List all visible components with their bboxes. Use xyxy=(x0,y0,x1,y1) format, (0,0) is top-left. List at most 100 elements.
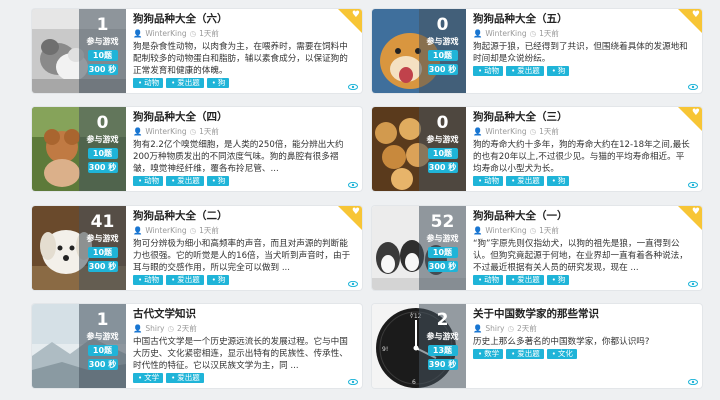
time-limit-badge: 300 秒 xyxy=(87,359,118,370)
tag[interactable]: 狗 xyxy=(546,275,570,285)
heart-icon[interactable]: ♥ xyxy=(352,10,360,20)
quiz-card[interactable]: 0 参与游戏 10题 300 秒 狗狗品种大全（三） 👤 WinterKing … xyxy=(372,107,702,191)
tag[interactable]: 狗 xyxy=(546,66,570,76)
participant-count: 52 xyxy=(430,212,455,232)
join-label: 参与游戏 xyxy=(426,135,459,144)
eye-icon[interactable] xyxy=(688,84,698,90)
quiz-card[interactable]: 0 参与游戏 10题 300 秒 狗狗品种大全（五） 👤 WinterKing … xyxy=(372,9,702,93)
card-title[interactable]: 古代文学知识 xyxy=(133,308,352,321)
author-name[interactable]: WinterKing xyxy=(145,226,186,235)
author-name[interactable]: WinterKing xyxy=(485,29,526,38)
post-time: 2天前 xyxy=(177,324,197,333)
card-thumbnail[interactable]: 1 参与游戏 10题 300 秒 xyxy=(32,9,126,93)
author-name[interactable]: WinterKing xyxy=(485,127,526,136)
tag[interactable]: 狗 xyxy=(206,275,230,285)
tag-list: 文学 爱出题 xyxy=(133,373,352,383)
card-meta: 👤 WinterKing ◷ 1天前 xyxy=(133,225,352,236)
time-limit-badge: 300 秒 xyxy=(427,64,458,75)
eye-icon[interactable] xyxy=(348,84,358,90)
card-thumbnail[interactable]: 41 参与游戏 10题 300 秒 xyxy=(32,206,126,290)
question-count-badge: 10题 xyxy=(427,148,458,159)
author-name[interactable]: Shiry xyxy=(485,324,504,333)
tag-list: 数学 爱出题 文化 xyxy=(473,349,692,359)
heart-icon[interactable]: ♥ xyxy=(692,207,700,217)
tag[interactable]: 动物 xyxy=(133,176,164,186)
quiz-card[interactable]: 52 参与游戏 10题 300 秒 狗狗品种大全（一） 👤 WinterKing… xyxy=(372,206,702,290)
question-count-badge: 10题 xyxy=(427,50,458,61)
eye-icon[interactable] xyxy=(688,182,698,188)
quiz-card[interactable]: ∜12 √9 9! 6 2 参与游戏 13题 390 秒 关于中国数学家的那些常… xyxy=(372,304,702,388)
tag[interactable]: 数学 xyxy=(473,349,504,359)
join-label: 参与游戏 xyxy=(426,37,459,46)
time-limit-badge: 300 秒 xyxy=(87,261,118,272)
quiz-card[interactable]: 41 参与游戏 10题 300 秒 狗狗品种大全（二） 👤 WinterKing… xyxy=(32,206,362,290)
join-label: 参与游戏 xyxy=(426,332,459,341)
card-thumbnail[interactable]: 1 参与游戏 10题 300 秒 xyxy=(32,304,126,388)
eye-icon[interactable] xyxy=(348,182,358,188)
card-title[interactable]: 狗狗品种大全（二） xyxy=(133,210,352,223)
heart-icon[interactable]: ♥ xyxy=(692,108,700,118)
tag[interactable]: 动物 xyxy=(473,66,504,76)
tag[interactable]: 爱出题 xyxy=(506,66,544,76)
user-icon: 👤 xyxy=(473,127,483,136)
card-title[interactable]: 关于中国数学家的那些常识 xyxy=(473,308,692,321)
tag[interactable]: 文化 xyxy=(546,349,577,359)
stats-overlay: 0 参与游戏 10题 300 秒 xyxy=(419,107,466,191)
tag[interactable]: 爱出题 xyxy=(506,176,544,186)
heart-icon[interactable]: ♥ xyxy=(352,207,360,217)
post-time: 1天前 xyxy=(199,226,219,235)
eye-icon[interactable] xyxy=(688,379,698,385)
tag[interactable]: 动物 xyxy=(473,176,504,186)
clock-icon: ◷ xyxy=(189,226,197,235)
tag[interactable]: 爱出题 xyxy=(506,275,544,285)
tag[interactable]: 爱出题 xyxy=(166,373,204,383)
card-description: 狗的寿命大约十多年，狗的寿命大约在12-18年之间,最长的也有20年以上,不过很… xyxy=(473,140,690,174)
tag-list: 动物 爱出题 狗 xyxy=(133,176,352,186)
tag[interactable]: 动物 xyxy=(133,275,164,285)
quiz-card[interactable]: 0 参与游戏 10题 300 秒 狗狗品种大全（四） 👤 WinterKing … xyxy=(32,107,362,191)
tag[interactable]: 爱出题 xyxy=(506,349,544,359)
user-icon: 👤 xyxy=(133,324,143,333)
card-thumbnail[interactable]: 0 参与游戏 10题 300 秒 xyxy=(372,9,466,93)
post-time: 1天前 xyxy=(199,29,219,38)
card-thumbnail[interactable]: 0 参与游戏 10题 300 秒 xyxy=(32,107,126,191)
heart-icon[interactable]: ♥ xyxy=(692,10,700,20)
card-title[interactable]: 狗狗品种大全（一） xyxy=(473,210,692,223)
clock-icon: ◷ xyxy=(529,29,537,38)
tag[interactable]: 狗 xyxy=(206,78,230,88)
card-thumbnail[interactable]: 52 参与游戏 10题 300 秒 xyxy=(372,206,466,290)
eye-icon[interactable] xyxy=(688,281,698,287)
tag-list: 动物 爱出题 狗 xyxy=(133,275,352,285)
clock-icon: ◷ xyxy=(507,324,515,333)
participant-count: 1 xyxy=(96,15,109,35)
tag[interactable]: 狗 xyxy=(206,176,230,186)
author-name[interactable]: WinterKing xyxy=(145,127,186,136)
eye-icon[interactable] xyxy=(348,281,358,287)
eye-icon[interactable] xyxy=(348,379,358,385)
tag[interactable]: 爱出题 xyxy=(166,176,204,186)
quiz-card[interactable]: 1 参与游戏 10题 300 秒 狗狗品种大全（六） 👤 WinterKing … xyxy=(32,9,362,93)
tag[interactable]: 爱出题 xyxy=(166,275,204,285)
card-title[interactable]: 狗狗品种大全（五） xyxy=(473,13,692,26)
tag[interactable]: 动物 xyxy=(473,275,504,285)
card-thumbnail[interactable]: ∜12 √9 9! 6 2 参与游戏 13题 390 秒 xyxy=(372,304,466,388)
card-thumbnail[interactable]: 0 参与游戏 10题 300 秒 xyxy=(372,107,466,191)
participant-count: 0 xyxy=(96,113,109,133)
quiz-card[interactable]: 1 参与游戏 10题 300 秒 古代文学知识 👤 Shiry ◷ 2天前 中国… xyxy=(32,304,362,388)
tag[interactable]: 动物 xyxy=(133,78,164,88)
author-name[interactable]: WinterKing xyxy=(485,226,526,235)
tag[interactable]: 狗 xyxy=(546,176,570,186)
author-name[interactable]: Shiry xyxy=(145,324,164,333)
tag[interactable]: 爱出题 xyxy=(166,78,204,88)
user-icon: 👤 xyxy=(473,324,483,333)
card-meta: 👤 WinterKing ◷ 1天前 xyxy=(473,225,692,236)
card-title[interactable]: 狗狗品种大全（三） xyxy=(473,111,692,124)
card-title[interactable]: 狗狗品种大全（六） xyxy=(133,13,352,26)
tag[interactable]: 文学 xyxy=(133,373,164,383)
participant-count: 2 xyxy=(436,310,449,330)
stats-overlay: 0 参与游戏 10题 300 秒 xyxy=(79,107,126,191)
participant-count: 1 xyxy=(96,310,109,330)
author-name[interactable]: WinterKing xyxy=(145,29,186,38)
card-meta: 👤 WinterKing ◷ 1天前 xyxy=(473,126,692,137)
card-title[interactable]: 狗狗品种大全（四） xyxy=(133,111,352,124)
